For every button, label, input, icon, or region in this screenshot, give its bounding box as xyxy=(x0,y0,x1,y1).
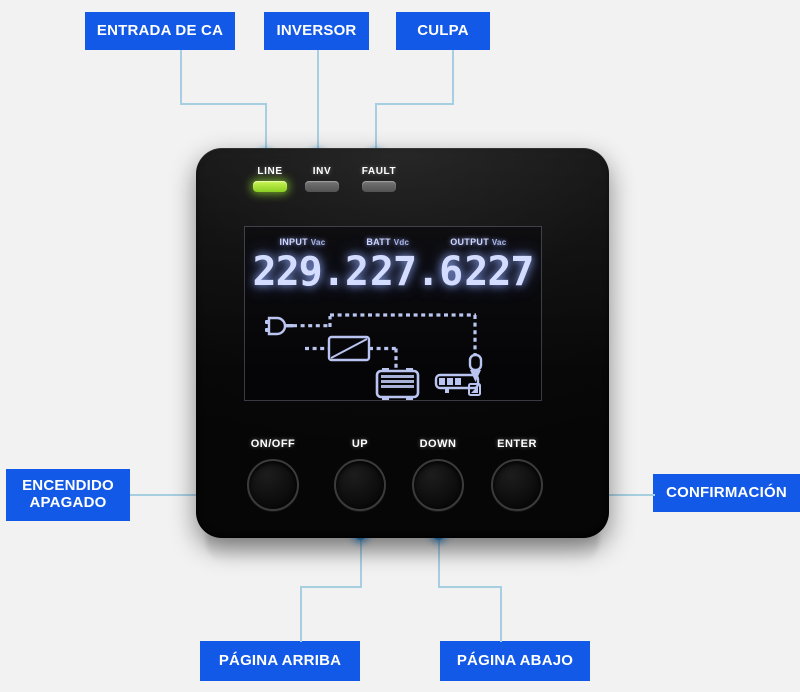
lcd-header-input: INPUT Vac xyxy=(279,237,325,247)
led-label-inv: INV xyxy=(312,166,332,177)
lcd-header-output-unit: Vac xyxy=(491,238,507,247)
button-label-enter: ENTER xyxy=(497,438,537,450)
callout-page-up: PÁGINA ARRIBA xyxy=(200,641,360,681)
plug-icon xyxy=(265,316,293,336)
callout-fault: CULPA xyxy=(396,12,490,50)
lcd-header-output: OUTPUT Vac xyxy=(450,237,506,247)
button-label-up: UP xyxy=(351,438,369,450)
lcd-header-row: INPUT Vac BATT Vdc OUTPUT Vac xyxy=(245,237,541,247)
callout-fault-label: CULPA xyxy=(417,21,469,39)
up-button[interactable] xyxy=(334,459,386,511)
lamp-icon xyxy=(468,353,483,382)
led-indicator-inv xyxy=(305,181,339,192)
connector-page-up-seg2 xyxy=(300,586,362,588)
connector-page-down-seg2 xyxy=(438,586,502,588)
button-label-down: DOWN xyxy=(419,438,457,450)
lcd-header-batt-unit: Vdc xyxy=(393,238,410,247)
led-label-fault: FAULT xyxy=(361,166,397,177)
inverter-icon xyxy=(327,335,371,362)
button-group-up[interactable]: UP xyxy=(322,438,398,511)
button-group-enter[interactable]: ENTER xyxy=(479,438,555,511)
button-group-down[interactable]: DOWN xyxy=(400,438,476,511)
connector-page-down-seg1 xyxy=(500,586,502,642)
callout-inverter: INVERSOR xyxy=(264,12,369,50)
callout-power-off-label: APAGADO xyxy=(29,494,107,511)
onoff-button[interactable] xyxy=(247,459,299,511)
ups-control-panel: LINE INV FAULT INPUT Vac BATT Vdc OUTPUT… xyxy=(196,148,609,538)
down-button[interactable] xyxy=(412,459,464,511)
lcd-header-output-label: OUTPUT xyxy=(450,237,490,247)
led-group-inv: INV xyxy=(295,166,349,192)
connector-fault-seg2 xyxy=(375,103,454,105)
callout-page-up-label: PÁGINA ARRIBA xyxy=(218,651,342,669)
diagram-canvas: ENTRADA DE CA INVERSOR CULPA ENCENDIDO A… xyxy=(0,0,800,692)
lcd-header-input-unit: Vac xyxy=(310,238,326,247)
led-label-line: LINE xyxy=(257,166,283,177)
connector-ac-input-seg1 xyxy=(180,50,182,104)
callout-page-down: PÁGINA ABAJO xyxy=(440,641,590,681)
lcd-header-batt: BATT Vdc xyxy=(366,237,409,247)
led-indicator-fault xyxy=(362,181,396,192)
callout-power-onoff: ENCENDIDO APAGADO xyxy=(6,469,130,521)
callout-inverter-label: INVERSOR xyxy=(276,21,357,39)
connector-ac-input-seg2 xyxy=(180,103,266,105)
button-group-onoff[interactable]: ON/OFF xyxy=(235,438,311,511)
lcd-flow-diagram xyxy=(265,313,483,400)
connector-page-up-seg1 xyxy=(300,586,302,642)
callout-confirm: CONFIRMACIÓN xyxy=(653,474,800,512)
lcd-header-batt-label: BATT xyxy=(366,237,391,247)
connector-inverter-seg1 xyxy=(317,50,319,158)
lcd-value-output: 227 xyxy=(464,249,534,295)
callout-ac-input: ENTRADA DE CA xyxy=(85,12,235,50)
lcd-screen: INPUT Vac BATT Vdc OUTPUT Vac 229.2 27.6… xyxy=(244,226,542,401)
led-group-fault: FAULT xyxy=(348,166,410,192)
callout-confirm-label: CONFIRMACIÓN xyxy=(666,483,787,501)
callout-ac-input-label: ENTRADA DE CA xyxy=(96,21,224,39)
lcd-value-batt: 27.6 xyxy=(369,249,463,295)
button-label-onoff: ON/OFF xyxy=(250,438,296,450)
led-indicator-line xyxy=(253,181,287,192)
led-group-line: LINE xyxy=(243,166,297,192)
enter-button[interactable] xyxy=(491,459,543,511)
lcd-value-input: 229.2 xyxy=(252,249,369,295)
callout-power-on-label: ENCENDIDO xyxy=(22,477,114,495)
lcd-value-row: 229.2 27.6 227 xyxy=(245,249,541,295)
connector-fault-seg1 xyxy=(452,50,454,104)
lcd-header-input-label: INPUT xyxy=(279,237,308,247)
callout-page-down-label: PÁGINA ABAJO xyxy=(456,651,574,669)
battery-icon xyxy=(375,368,420,400)
